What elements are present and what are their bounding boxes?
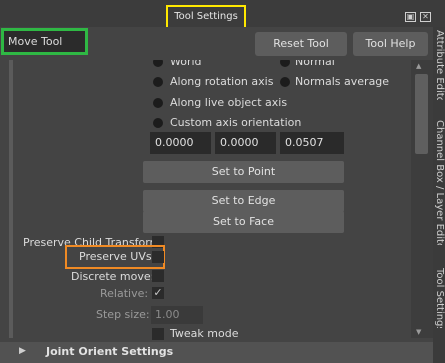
restore-icon[interactable]: ▣ [405, 12, 416, 22]
section-title: Joint Orient Settings [46, 345, 174, 358]
discrete-move-checkbox[interactable] [152, 270, 164, 282]
tab-channel-box[interactable]: Channel Box / Layer Editor [433, 120, 445, 245]
reset-tool-button[interactable]: Reset Tool [255, 32, 347, 56]
radio-along-live-object-label: Along live object axis [170, 96, 288, 109]
radio-normals-average[interactable] [280, 77, 290, 87]
step-size-label: Step size: [96, 308, 150, 321]
radio-world-label: World [170, 60, 202, 68]
axis-z-field[interactable]: 0.0507 [280, 132, 344, 154]
preserve-uvs-checkbox[interactable] [152, 251, 164, 263]
radio-normals-average-label: Normals average [295, 75, 390, 88]
tool-settings-panel: ▲ ▼ World Normal Along rotation axis Nor… [0, 60, 433, 363]
axis-y-field[interactable]: 0.0000 [215, 132, 276, 154]
set-to-edge-button[interactable]: Set to Edge [143, 190, 344, 212]
title-bar: Tool Settings ▣ ✕ [0, 0, 445, 29]
radio-custom-axis[interactable] [153, 118, 163, 128]
radio-along-rotation[interactable] [153, 77, 163, 87]
tab-attribute-editor[interactable]: Attribute Editor [433, 30, 445, 100]
radio-normal-label: Normal [295, 60, 335, 68]
tab-tool-settings[interactable]: Tool Settings [433, 268, 445, 328]
radio-custom-axis-label: Custom axis orientation [170, 116, 302, 129]
close-icon[interactable]: ✕ [420, 12, 431, 22]
step-size-field[interactable]: 1.00 [151, 306, 203, 324]
axis-x-field[interactable]: 0.0000 [150, 132, 211, 154]
panel-title: Tool Settings [166, 5, 246, 29]
expand-arrow-icon[interactable]: ▶ [19, 346, 26, 356]
radio-normal[interactable] [280, 60, 290, 67]
tool-help-button[interactable]: Tool Help [353, 32, 428, 56]
scrollbar-thumb[interactable] [415, 74, 428, 154]
set-to-point-button[interactable]: Set to Point [143, 161, 344, 183]
joint-orient-settings-header[interactable]: ▶ Joint Orient Settings [0, 342, 433, 363]
relative-label: Relative: [100, 287, 149, 300]
tool-name: Move Tool [1, 28, 88, 55]
tweak-mode-checkbox[interactable] [152, 328, 164, 340]
tweak-mode-label: Tweak mode [170, 327, 239, 340]
radio-along-live-object[interactable] [153, 98, 163, 108]
radio-world[interactable] [153, 60, 163, 67]
scroll-down-icon[interactable]: ▼ [416, 328, 421, 336]
radio-along-rotation-label: Along rotation axis [170, 75, 274, 88]
tool-header: Move Tool Reset Tool Tool Help [0, 27, 433, 60]
set-to-face-button[interactable]: Set to Face [143, 211, 344, 233]
preserve-uvs-label: Preserve UVs [79, 250, 152, 263]
relative-checkbox[interactable]: ✓ [152, 287, 164, 299]
scroll-up-icon[interactable]: ▲ [416, 62, 421, 70]
discrete-move-label: Discrete move: [71, 270, 155, 283]
frame-layout-indent [9, 60, 13, 338]
